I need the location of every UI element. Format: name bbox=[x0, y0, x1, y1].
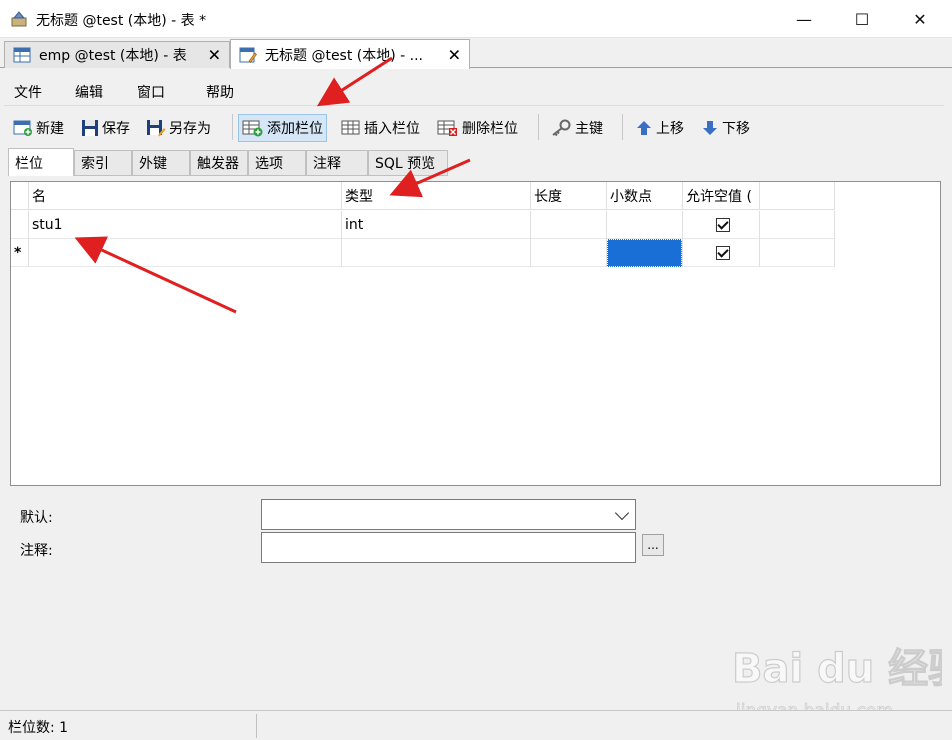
save-as-label: 另存为 bbox=[169, 121, 211, 137]
column-header-name[interactable]: 名 bbox=[29, 182, 342, 210]
field-length-cell[interactable] bbox=[531, 211, 607, 239]
menu-file[interactable]: 文件 bbox=[14, 82, 42, 102]
title-bar: 无标题 @test (本地) - 表 * — ☐ ✕ bbox=[0, 0, 952, 38]
new-label: 新建 bbox=[36, 121, 64, 137]
tab-foreign-keys[interactable]: 外键 bbox=[132, 150, 190, 176]
tab-close-icon[interactable]: ✕ bbox=[208, 46, 221, 65]
toolbar-separator bbox=[538, 114, 539, 140]
row-marker bbox=[11, 211, 29, 239]
minimize-button[interactable]: — bbox=[776, 0, 832, 38]
save-label: 保存 bbox=[102, 121, 130, 137]
add-field-icon bbox=[242, 120, 263, 137]
status-bar: 栏位数: 1 bbox=[0, 710, 952, 740]
column-header-allow-null[interactable]: 允许空值 ( bbox=[683, 182, 760, 210]
field-length-cell[interactable] bbox=[531, 239, 607, 267]
save-as-icon bbox=[147, 120, 166, 137]
grid-header: 名 类型 长度 小数点 允许空值 ( bbox=[11, 182, 835, 210]
tab-comment[interactable]: 注释 bbox=[306, 150, 368, 176]
comment-input[interactable] bbox=[261, 532, 636, 563]
close-window-button[interactable]: ✕ bbox=[892, 0, 948, 38]
add-field-button[interactable]: 添加栏位 bbox=[238, 114, 327, 142]
allow-null-checkbox[interactable] bbox=[715, 246, 730, 260]
tab-untitled-table[interactable]: 无标题 @test (本地) - ... ✕ bbox=[230, 39, 470, 69]
property-tab-bar: 栏位 索引 外键 触发器 选项 注释 SQL 预览 bbox=[4, 148, 944, 176]
add-field-label: 添加栏位 bbox=[267, 121, 323, 137]
default-value-select[interactable] bbox=[261, 499, 636, 530]
primary-key-button[interactable]: 主键 bbox=[547, 114, 606, 142]
toolbar: 新建 保存 另存为 添加栏位 插入栏位 删除栏位 主键 上移 下移 bbox=[4, 108, 944, 146]
delete-field-icon bbox=[437, 120, 457, 136]
field-name-cell[interactable]: stu1 bbox=[29, 211, 342, 239]
field-count-status: 栏位数: 1 bbox=[8, 720, 69, 736]
toolbar-separator bbox=[232, 114, 233, 140]
toolbar-separator bbox=[622, 114, 623, 140]
field-type-cell[interactable] bbox=[342, 239, 531, 267]
new-row-marker: * bbox=[11, 239, 29, 267]
watermark-brand: Bai du 经验 bbox=[732, 646, 942, 692]
table-row[interactable]: * bbox=[11, 239, 835, 267]
comment-ellipsis-button[interactable]: ... bbox=[642, 534, 664, 556]
comment-label: 注释: bbox=[20, 543, 53, 559]
arrow-down-icon bbox=[703, 121, 717, 135]
tab-options[interactable]: 选项 bbox=[248, 150, 306, 176]
key-icon bbox=[552, 119, 571, 137]
extra-cell bbox=[760, 211, 835, 239]
field-type-cell[interactable]: int bbox=[342, 211, 531, 239]
move-down-button[interactable]: 下移 bbox=[698, 114, 753, 142]
move-up-label: 上移 bbox=[656, 121, 684, 137]
save-button[interactable]: 保存 bbox=[78, 114, 133, 142]
extra-cell bbox=[760, 239, 835, 267]
save-icon bbox=[82, 120, 98, 136]
primary-key-label: 主键 bbox=[575, 121, 603, 137]
baidu-jingyan-watermark: Bai du 经验 jingyan.baidu.com bbox=[732, 645, 942, 720]
allow-null-cell[interactable] bbox=[683, 239, 760, 267]
arrow-up-icon bbox=[637, 121, 651, 135]
tab-triggers[interactable]: 触发器 bbox=[190, 150, 248, 176]
table-row[interactable]: stu1 int bbox=[11, 211, 835, 239]
field-decimals-cell[interactable] bbox=[607, 211, 683, 239]
insert-field-button[interactable]: 插入栏位 bbox=[338, 114, 423, 142]
new-table-icon bbox=[13, 120, 32, 136]
menu-bar: 文件 编辑 窗口 帮助 bbox=[4, 74, 944, 106]
delete-field-label: 删除栏位 bbox=[462, 121, 518, 137]
column-header-decimals[interactable]: 小数点 bbox=[607, 182, 683, 210]
maximize-button[interactable]: ☐ bbox=[834, 0, 890, 38]
menu-help[interactable]: 帮助 bbox=[206, 82, 234, 102]
menu-window[interactable]: 窗口 bbox=[137, 82, 165, 102]
tab-close-icon[interactable]: ✕ bbox=[448, 45, 461, 64]
tab-indexes[interactable]: 索引 bbox=[74, 150, 132, 176]
move-down-label: 下移 bbox=[722, 121, 750, 137]
field-decimals-cell-selected[interactable] bbox=[607, 239, 683, 267]
table-icon bbox=[13, 47, 31, 63]
tab-fields[interactable]: 栏位 bbox=[8, 148, 74, 176]
tab-label: 无标题 @test (本地) - ... bbox=[265, 47, 424, 64]
insert-field-icon bbox=[341, 120, 360, 135]
allow-null-cell[interactable] bbox=[683, 211, 760, 239]
move-up-button[interactable]: 上移 bbox=[632, 114, 687, 142]
delete-field-button[interactable]: 删除栏位 bbox=[434, 114, 521, 142]
tab-emp-table[interactable]: emp @test (本地) - 表 ✕ bbox=[4, 41, 230, 68]
field-grid: 名 类型 长度 小数点 允许空值 ( stu1 int * bbox=[10, 181, 941, 486]
field-name-cell[interactable] bbox=[29, 239, 342, 267]
column-header-length[interactable]: 长度 bbox=[531, 182, 607, 210]
default-label: 默认: bbox=[20, 510, 53, 526]
column-header-type[interactable]: 类型 bbox=[342, 182, 531, 210]
allow-null-checkbox[interactable] bbox=[715, 218, 730, 232]
navicat-app-icon bbox=[11, 11, 27, 27]
window-title: 无标题 @test (本地) - 表 * bbox=[36, 13, 207, 29]
insert-field-label: 插入栏位 bbox=[364, 121, 420, 137]
chevron-down-icon[interactable] bbox=[614, 505, 630, 521]
save-as-button[interactable]: 另存为 bbox=[143, 114, 214, 142]
focus-rectangle bbox=[607, 239, 682, 267]
menu-edit[interactable]: 编辑 bbox=[75, 82, 103, 102]
tab-sql-preview[interactable]: SQL 预览 bbox=[368, 150, 448, 176]
table-edit-icon bbox=[239, 47, 257, 63]
new-button[interactable]: 新建 bbox=[10, 114, 67, 142]
column-header-extra[interactable] bbox=[760, 182, 835, 210]
document-tab-bar: emp @test (本地) - 表 ✕ 无标题 @test (本地) - ..… bbox=[0, 38, 952, 69]
status-divider bbox=[256, 714, 257, 738]
tab-label: emp @test (本地) - 表 bbox=[39, 48, 187, 64]
row-marker-header bbox=[11, 182, 29, 210]
